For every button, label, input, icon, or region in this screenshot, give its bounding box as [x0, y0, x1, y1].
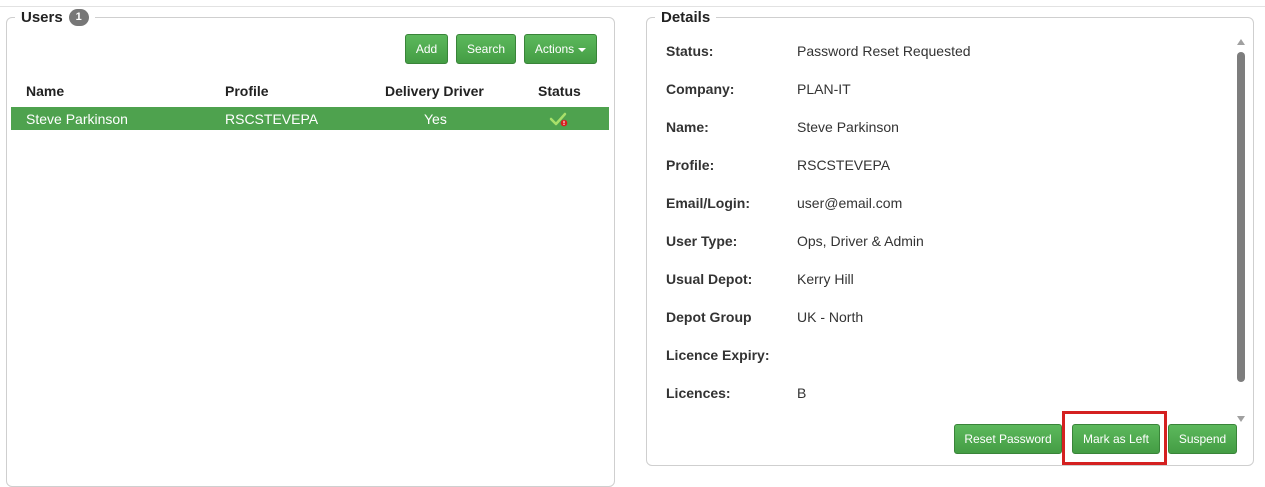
suspend-button[interactable]: Suspend: [1168, 424, 1237, 454]
table-row[interactable]: Steve Parkinson RSCSTEVEPA Yes: [11, 107, 609, 130]
licences-label: Licences:: [666, 385, 731, 401]
status-label: Status:: [666, 43, 714, 59]
company-value: PLAN-IT: [797, 81, 851, 97]
licences-value: B: [797, 385, 807, 401]
users-panel-title: Users: [21, 8, 63, 26]
details-panel-legend: Details: [655, 8, 717, 26]
scrollbar-thumb[interactable]: [1237, 52, 1245, 382]
depot-group-value: UK - North: [797, 309, 864, 325]
column-header-delivery-driver[interactable]: Delivery Driver: [385, 83, 484, 99]
profile-value: RSCSTEVEPA: [797, 157, 891, 173]
scroll-down-arrow-icon[interactable]: [1237, 416, 1245, 422]
column-header-name[interactable]: Name: [26, 83, 64, 99]
details-panel-title: Details: [661, 8, 711, 26]
top-divider: [0, 6, 1265, 7]
status-value: Password Reset Requested: [797, 43, 971, 59]
name-label: Name:: [666, 119, 709, 135]
column-header-profile[interactable]: Profile: [225, 83, 269, 99]
scroll-up-arrow-icon[interactable]: [1237, 39, 1245, 45]
actions-button-label: Actions: [534, 42, 575, 56]
usual-depot-label: Usual Depot:: [666, 271, 753, 287]
cell-delivery-driver: Yes: [424, 111, 447, 127]
user-type-label: User Type:: [666, 233, 738, 249]
users-count-badge: 1: [68, 8, 89, 26]
cell-profile: RSCSTEVEPA: [225, 111, 319, 127]
check-with-warning-icon: [549, 111, 569, 127]
licence-expiry-label: Licence Expiry:: [666, 347, 770, 363]
column-header-status[interactable]: Status: [538, 83, 581, 99]
email-login-value: user@email.com: [797, 195, 903, 211]
add-button[interactable]: Add: [405, 34, 448, 64]
email-login-label: Email/Login:: [666, 195, 750, 211]
user-type-value: Ops, Driver & Admin: [797, 233, 924, 249]
depot-group-label: Depot Group: [666, 309, 752, 325]
users-panel-legend: Users 1: [15, 8, 95, 26]
search-button[interactable]: Search: [456, 34, 516, 64]
details-scrollbar[interactable]: [1235, 37, 1247, 424]
name-value: Steve Parkinson: [797, 119, 899, 135]
reset-password-button[interactable]: Reset Password: [954, 424, 1062, 454]
actions-dropdown-button[interactable]: Actions: [524, 34, 597, 64]
usual-depot-value: Kerry Hill: [797, 271, 854, 287]
company-label: Company:: [666, 81, 735, 97]
users-panel: Users 1: [6, 8, 615, 487]
caret-down-icon: [578, 47, 587, 52]
cell-name: Steve Parkinson: [26, 111, 128, 127]
highlight-box: [1062, 411, 1167, 465]
profile-label: Profile:: [666, 157, 715, 173]
